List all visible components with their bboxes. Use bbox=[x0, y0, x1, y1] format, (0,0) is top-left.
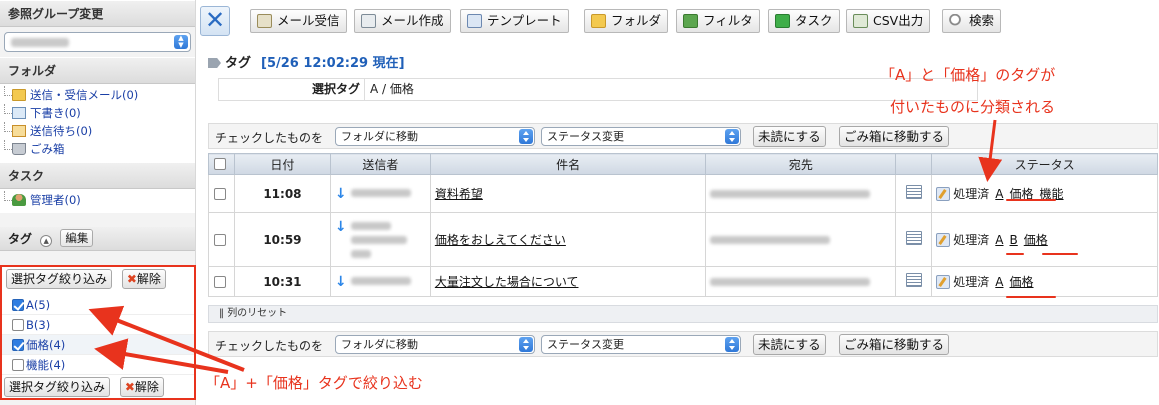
annotation-arrow bbox=[978, 119, 1003, 182]
annotation-arrow bbox=[94, 338, 229, 374]
annotation-arrows bbox=[88, 119, 1003, 374]
mail-app: 参照グループ変更 ▲ ▼ フォルダ 送信・受信メール(0) 下書き(0) 送信待ち… bbox=[0, 0, 1159, 405]
